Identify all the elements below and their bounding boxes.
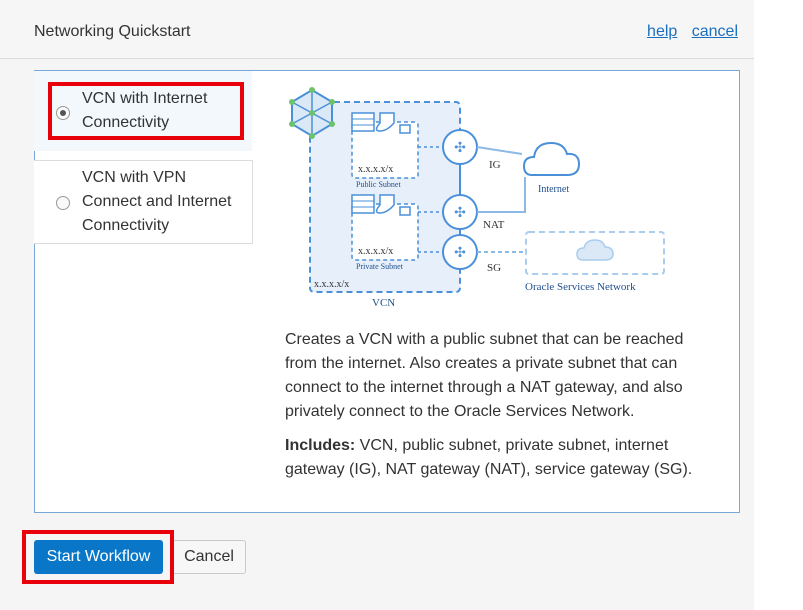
private-subnet-label: Private Subnet [356, 262, 404, 271]
vcn-cidr: x.x.x.x/x [314, 279, 349, 290]
workflow-description: Creates a VCN with a public subnet that … [285, 331, 684, 420]
start-workflow-button[interactable]: Start Workflow [34, 540, 163, 574]
server-icon [351, 112, 375, 132]
sg-label: SG [487, 262, 501, 274]
cancel-button[interactable]: Cancel [172, 540, 246, 574]
private-subnet-cidr: x.x.x.x/x [358, 246, 393, 257]
dialog-header: Networking Quickstart help cancel [0, 0, 754, 59]
server-icon [351, 194, 375, 214]
internet-label: Internet [538, 184, 569, 195]
vcn-label: VCN [372, 297, 395, 309]
option-vcn-vpn[interactable]: VCN with VPN Connect and Internet Connec… [34, 160, 253, 244]
nat-gateway-icon: ✣ [442, 194, 478, 230]
cancel-link[interactable]: cancel [692, 23, 738, 40]
workflow-includes: Includes: VCN, public subnet, private su… [285, 434, 715, 482]
public-subnet-label: Public Subnet [356, 180, 401, 189]
service-gateway-icon: ✣ [442, 234, 478, 270]
radio-vcn-internet[interactable] [56, 106, 70, 120]
page-title: Networking Quickstart [34, 23, 191, 40]
ig-label: IG [489, 159, 501, 171]
osn-label: Oracle Services Network [525, 281, 636, 293]
option-vcn-internet[interactable]: VCN with Internet Connectivity [34, 71, 252, 151]
svg-text:✣: ✣ [454, 204, 466, 220]
svg-text:✣: ✣ [454, 139, 466, 155]
radio-vcn-vpn[interactable] [56, 196, 70, 210]
internet-gateway-icon: ✣ [442, 129, 478, 165]
ig-arrow [476, 146, 523, 155]
option-vcn-internet-label: VCN with Internet Connectivity [82, 90, 208, 131]
svg-text:✣: ✣ [454, 244, 466, 260]
network-diagram: x.x.x.x/x Public Subnet x.x.x.x/x Privat… [289, 87, 665, 309]
nat-arrow [477, 177, 526, 213]
public-subnet-cidr: x.x.x.x/x [358, 164, 393, 175]
nat-label: NAT [483, 219, 505, 231]
header-links: help cancel [637, 23, 738, 41]
internet-cloud-icon [522, 141, 581, 176]
help-link[interactable]: help [647, 23, 677, 40]
option-vcn-vpn-label: VCN with VPN Connect and Internet Connec… [82, 169, 232, 234]
includes-label: Includes: [285, 437, 356, 454]
